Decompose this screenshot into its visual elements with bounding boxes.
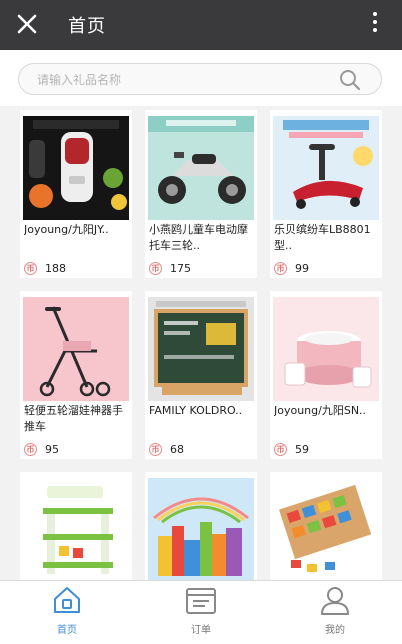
product-price: 币 95 xyxy=(24,441,59,457)
coin-icon: 币 xyxy=(149,442,162,456)
product-price: 币 99 xyxy=(274,260,309,276)
product-card[interactable] xyxy=(20,472,132,580)
product-card[interactable]: Joyoung/九阳JY.. 币 188 xyxy=(20,110,132,278)
tab-profile[interactable]: 我的 xyxy=(268,581,402,644)
profile-icon xyxy=(321,587,349,615)
search-icon[interactable] xyxy=(339,69,361,91)
search-box[interactable] xyxy=(18,63,382,95)
coin-icon: 币 xyxy=(24,261,37,275)
product-price: 币 188 xyxy=(24,260,66,276)
product-price: 币 68 xyxy=(149,441,184,457)
product-points: 188 xyxy=(45,261,66,275)
product-name: Joyoung/九阳JY.. xyxy=(24,223,109,236)
tab-orders-label: 订单 xyxy=(191,625,211,636)
product-points: 59 xyxy=(295,442,309,456)
product-points: 95 xyxy=(45,442,59,456)
product-card[interactable]: FAMILY KOLDRO.. 币 68 xyxy=(145,291,257,459)
orders-icon xyxy=(186,588,216,614)
product-image-wooden-shape-puzzle xyxy=(273,478,379,580)
tab-orders[interactable]: 订单 xyxy=(134,581,268,644)
product-name: 轻便五轮溜娃神器手推车 xyxy=(24,404,123,433)
product-card[interactable]: 小燕鸥儿童车电动摩托车三轮.. 币 175 xyxy=(145,110,257,278)
product-name: Joyoung/九阳SN.. xyxy=(274,404,367,417)
product-image-juicer xyxy=(23,116,129,220)
page-title: 首页 xyxy=(68,16,106,37)
product-card[interactable] xyxy=(270,472,382,580)
coin-icon: 币 xyxy=(24,442,37,456)
product-card[interactable]: Joyoung/九阳SN.. 币 59 xyxy=(270,291,382,459)
product-points: 68 xyxy=(170,442,184,456)
product-image-block-castle xyxy=(148,478,254,580)
product-name: FAMILY KOLDRO.. xyxy=(149,404,243,417)
product-image-motorcycle xyxy=(148,116,254,220)
product-card[interactable] xyxy=(145,472,257,580)
product-grid: Joyoung/九阳JY.. 币 188 小燕鸥儿童车电动摩托车三轮.. 币 1… xyxy=(0,106,402,580)
home-icon xyxy=(54,587,80,613)
close-icon[interactable] xyxy=(14,11,40,37)
search-bar xyxy=(0,50,402,106)
coin-icon: 币 xyxy=(274,442,287,456)
product-points: 99 xyxy=(295,261,309,275)
bottom-tab-bar: 首页 订单 我的 xyxy=(0,580,402,644)
product-price: 币 175 xyxy=(149,260,191,276)
product-price: 币 59 xyxy=(274,441,309,457)
product-name: 乐贝缤纷车LB8801型.. xyxy=(274,223,371,252)
product-image-swing-car xyxy=(273,116,379,220)
product-image-yogurt-maker xyxy=(273,297,379,401)
more-vertical-icon[interactable] xyxy=(372,12,378,38)
coin-icon: 币 xyxy=(149,261,162,275)
product-card[interactable]: 乐贝缤纷车LB8801型.. 币 99 xyxy=(270,110,382,278)
tab-home-label: 首页 xyxy=(57,625,77,636)
product-image-building-blocks-toy xyxy=(23,478,129,580)
tab-home[interactable]: 首页 xyxy=(0,581,134,644)
product-card[interactable]: 轻便五轮溜娃神器手推车 币 95 xyxy=(20,291,132,459)
tab-profile-label: 我的 xyxy=(325,625,345,636)
product-name: 小燕鸥儿童车电动摩托车三轮.. xyxy=(149,223,248,252)
top-bar: 首页 xyxy=(0,0,402,50)
search-input[interactable] xyxy=(37,70,337,90)
product-image-chalkboard xyxy=(148,297,254,401)
product-image-stroller xyxy=(23,297,129,401)
product-points: 175 xyxy=(170,261,191,275)
coin-icon: 币 xyxy=(274,261,287,275)
